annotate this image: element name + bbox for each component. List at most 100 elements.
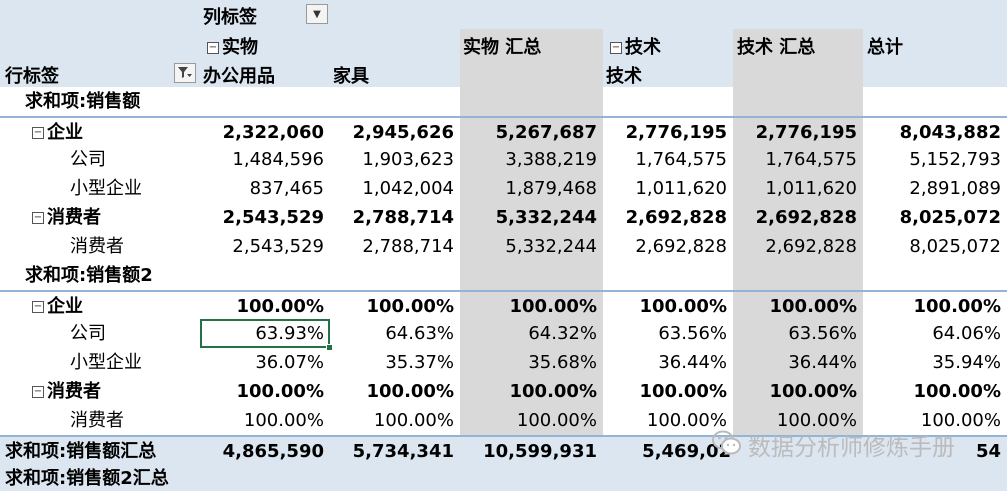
- value-cell[interactable]: 2,322,060: [200, 118, 330, 147]
- row-label[interactable]: − 消费者: [0, 377, 200, 406]
- row-label: 公司: [0, 145, 200, 174]
- tech-header: 技术: [606, 66, 642, 87]
- value-cell[interactable]: 8,025,072: [863, 203, 1007, 232]
- grand-total-header: 总计: [867, 37, 903, 58]
- row-label: 公司: [0, 319, 200, 348]
- value-cell[interactable]: 64.63%: [330, 319, 460, 348]
- value-cell[interactable]: 1,764,575: [603, 145, 733, 174]
- pivot-table: 列标签 ▼ − 实物 办公用品 家具 实物 汇总 − 技术 技术 技术 汇总 总计 …: [0, 0, 1007, 491]
- value-cell[interactable]: 63.56%: [733, 319, 863, 348]
- value-cell[interactable]: 100.00%: [460, 292, 603, 321]
- value-cell[interactable]: 36.44%: [603, 348, 733, 377]
- value-cell[interactable]: 100.00%: [603, 292, 733, 321]
- value-cell[interactable]: 100.00%: [603, 377, 733, 406]
- watermark: 数据分析师修炼手册: [712, 428, 955, 468]
- value-cell[interactable]: 8,043,882: [863, 118, 1007, 147]
- value-cell[interactable]: 1,879,468: [460, 174, 603, 203]
- value-cell[interactable]: 100.00%: [863, 292, 1007, 321]
- section-title-row: 求和项:销售额: [0, 87, 1007, 116]
- filter-icon: [178, 67, 192, 78]
- section-title: 求和项:销售额2: [25, 265, 153, 286]
- detail-row: 公司 1,484,596 1,903,623 3,388,219 1,764,575 1,…: [0, 145, 1007, 174]
- selected-cell[interactable]: 63.93%: [200, 319, 333, 351]
- value-cell[interactable]: 2,788,714: [330, 203, 460, 232]
- grand-total-label: 求和项:销售额汇总: [5, 441, 157, 462]
- value-cell[interactable]: 64.06%: [863, 319, 1007, 348]
- value-cell[interactable]: 36.44%: [733, 348, 863, 377]
- value-cell[interactable]: 2,776,195: [603, 118, 733, 147]
- row-label-text: 小型企业: [70, 178, 142, 199]
- value-cell[interactable]: 2,543,529: [200, 232, 330, 261]
- row-label[interactable]: − 消费者: [0, 203, 200, 232]
- value-cell[interactable]: 2,788,714: [330, 232, 460, 261]
- collapse-icon[interactable]: −: [32, 301, 44, 313]
- value-cell[interactable]: 1,011,620: [733, 174, 863, 203]
- value-cell[interactable]: 100.00%: [200, 377, 330, 406]
- value-cell[interactable]: 3,388,219: [460, 145, 603, 174]
- column-labels-dropdown-button[interactable]: ▼: [306, 4, 328, 24]
- value-cell[interactable]: 2,692,828: [603, 232, 733, 261]
- value-cell[interactable]: 1,903,623: [330, 145, 460, 174]
- value-cell[interactable]: 2,692,828: [733, 203, 863, 232]
- group-tech-header[interactable]: − 技术: [610, 33, 661, 59]
- row-label[interactable]: − 企业: [0, 118, 200, 147]
- value-cell[interactable]: 5,332,244: [460, 232, 603, 261]
- value-cell[interactable]: 100.00%: [733, 377, 863, 406]
- value-cell[interactable]: 1,764,575: [733, 145, 863, 174]
- row-label: 消费者: [0, 406, 200, 435]
- row-label-text: 消费者: [70, 236, 124, 257]
- value-cell[interactable]: 35.94%: [863, 348, 1007, 377]
- grand-total-cell[interactable]: 10,599,931: [460, 437, 603, 466]
- group-row: − 企业 100.00% 100.00% 100.00% 100.00% 100.00% 10…: [0, 290, 1007, 319]
- grand-total-cell[interactable]: 5,734,341: [330, 437, 460, 466]
- physical-total-header: 实物 汇总: [463, 37, 542, 58]
- row-label-text: 企业: [47, 296, 83, 317]
- collapse-icon[interactable]: −: [32, 386, 44, 398]
- tech-total-header: 技术 汇总: [737, 37, 816, 58]
- row-label[interactable]: − 企业: [0, 292, 200, 321]
- collapse-icon[interactable]: −: [610, 42, 622, 54]
- value-cell[interactable]: 5,152,793: [863, 145, 1007, 174]
- collapse-icon[interactable]: −: [207, 42, 219, 54]
- grand-total-cell[interactable]: 4,865,590: [200, 437, 330, 466]
- watermark-text: 数据分析师修炼手册: [748, 435, 955, 461]
- detail-row: 消费者 2,543,529 2,788,714 5,332,244 2,692,828 2…: [0, 232, 1007, 261]
- row-labels-filter-button[interactable]: [174, 63, 196, 83]
- value-cell[interactable]: 2,945,626: [330, 118, 460, 147]
- value-cell[interactable]: 100.00%: [200, 406, 330, 435]
- value-cell[interactable]: 100.00%: [330, 292, 460, 321]
- row-label-text: 公司: [70, 149, 106, 170]
- value-cell[interactable]: 5,267,687: [460, 118, 603, 147]
- value-cell[interactable]: 100.00%: [733, 292, 863, 321]
- value-cell[interactable]: 837,465: [200, 174, 330, 203]
- value-cell[interactable]: 64.32%: [460, 319, 603, 348]
- row-label-text: 消费者: [47, 381, 101, 402]
- value-cell[interactable]: 36.07%: [200, 348, 330, 377]
- value-cell[interactable]: 8,025,072: [863, 232, 1007, 261]
- value-cell[interactable]: 2,692,828: [733, 232, 863, 261]
- value-cell[interactable]: 100.00%: [330, 377, 460, 406]
- value-cell[interactable]: 35.37%: [330, 348, 460, 377]
- value-cell[interactable]: 5,332,244: [460, 203, 603, 232]
- value-cell[interactable]: 2,692,828: [603, 203, 733, 232]
- value-cell[interactable]: 100.00%: [460, 406, 603, 435]
- value-cell[interactable]: 100.00%: [460, 377, 603, 406]
- detail-row: 公司 63.93% 64.63% 64.32% 63.56% 63.56% 64.06%: [0, 319, 1007, 351]
- value-cell[interactable]: 100.00%: [863, 377, 1007, 406]
- value-cell[interactable]: 1,042,004: [330, 174, 460, 203]
- value-cell[interactable]: 2,891,089: [863, 174, 1007, 203]
- value-cell[interactable]: 1,011,620: [603, 174, 733, 203]
- group-physical-header[interactable]: − 实物: [207, 33, 258, 59]
- value-cell[interactable]: 2,543,529: [200, 203, 330, 232]
- value-cell[interactable]: 2,776,195: [733, 118, 863, 147]
- row-label: 小型企业: [0, 348, 200, 377]
- value-cell[interactable]: 100.00%: [200, 292, 330, 321]
- chevron-down-icon: ▼: [313, 9, 321, 20]
- value-cell[interactable]: 100.00%: [330, 406, 460, 435]
- value-cell[interactable]: 63.56%: [603, 319, 733, 348]
- collapse-icon[interactable]: −: [32, 127, 44, 139]
- value-cell[interactable]: 1,484,596: [200, 145, 330, 174]
- row-labels: 行标签: [5, 66, 59, 87]
- collapse-icon[interactable]: −: [32, 212, 44, 224]
- value-cell[interactable]: 35.68%: [460, 348, 603, 377]
